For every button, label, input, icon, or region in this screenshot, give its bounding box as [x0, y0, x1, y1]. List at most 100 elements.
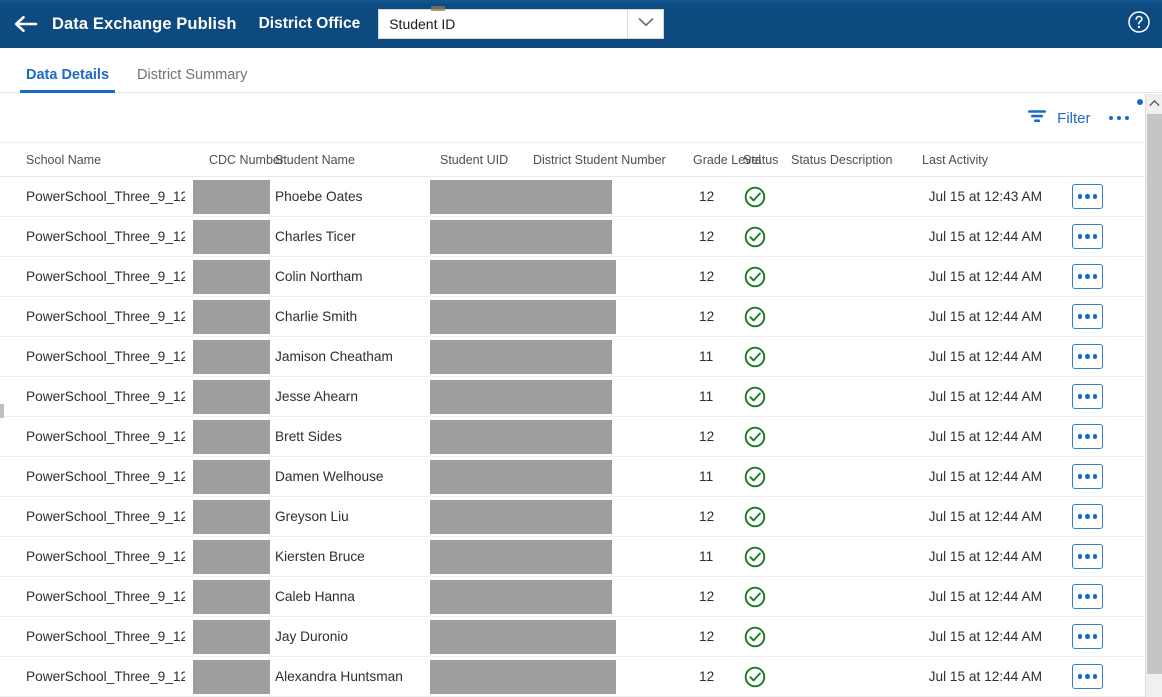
column-header-status[interactable]: Status [743, 143, 785, 177]
cell-school-name: PowerSchool_Three_9_12 [0, 496, 185, 537]
check-circle-icon [743, 345, 785, 369]
row-more-button[interactable] [1072, 384, 1103, 409]
cell-school-name: PowerSchool_Three_9_12 [0, 456, 185, 497]
check-circle-icon [743, 305, 785, 329]
cell-grade-level: 12 [685, 576, 743, 617]
row-more-button[interactable] [1072, 304, 1103, 329]
row-more-dot-2 [1085, 194, 1090, 199]
cell-last-activity: Jul 15 at 12:44 AM [910, 536, 1050, 577]
row-more-dot-1 [1077, 394, 1083, 399]
row-more-dot-1 [1077, 554, 1083, 559]
row-more-button[interactable] [1072, 664, 1103, 689]
column-header-grade-level[interactable]: Grade Level [685, 143, 761, 177]
scrollbar-up-button[interactable] [1146, 94, 1162, 112]
row-more-button[interactable] [1072, 584, 1103, 609]
cell-student-name: Kiersten Bruce [270, 536, 422, 577]
cell-school-name: PowerSchool_Three_9_12 [0, 416, 185, 457]
table-row[interactable]: PowerSchool_Three_9_12 Greyson Liu 12 Jul 1… [0, 496, 1145, 537]
cell-school-name: PowerSchool_Three_9_12 [0, 536, 185, 577]
row-more-dot-1 [1077, 474, 1083, 479]
column-header-last-activity[interactable]: Last Activity [910, 143, 1050, 177]
table-toolbar: Filter [0, 94, 1145, 142]
cell-grade-level: 12 [685, 176, 743, 217]
table-row[interactable]: PowerSchool_Three_9_12 Kiersten Bruce 11 Ju… [0, 536, 1145, 577]
table-row[interactable]: PowerSchool_Three_9_12 Colin Northam 12 Jul… [0, 256, 1145, 297]
cell-actions [1050, 336, 1145, 377]
cell-last-activity: Jul 15 at 12:44 AM [910, 336, 1050, 377]
row-more-dot-1 [1077, 354, 1083, 359]
cell-status-description [785, 216, 910, 257]
row-more-button[interactable] [1072, 424, 1103, 449]
redacted-student-uid [430, 219, 612, 254]
column-header-student-name[interactable]: Student Name [270, 143, 422, 177]
cell-last-activity: Jul 15 at 12:44 AM [910, 216, 1050, 257]
column-header-cdc-number[interactable]: CDC Number [185, 143, 284, 177]
cell-actions [1050, 256, 1145, 297]
table-row[interactable]: PowerSchool_Three_9_12 Brett Sides 12 Jul 1… [0, 416, 1145, 457]
vertical-scrollbar[interactable] [1145, 94, 1162, 697]
table-row[interactable]: PowerSchool_Three_9_12 Jesse Ahearn 11 Jul … [0, 376, 1145, 417]
table-row[interactable]: PowerSchool_Three_9_12 Jamison Cheatham 11… [0, 336, 1145, 377]
cell-school-name: PowerSchool_Three_9_12 [0, 296, 185, 337]
select-notch-marker [431, 6, 446, 11]
cell-last-activity: Jul 15 at 12:43 AM [910, 176, 1050, 217]
redacted-cdc-number [193, 179, 270, 214]
cell-student-name: Phoebe Oates [270, 176, 422, 217]
table-row[interactable]: PowerSchool_Three_9_12 Alexandra Huntsman… [0, 656, 1145, 697]
row-more-button[interactable] [1072, 224, 1103, 249]
row-more-button[interactable] [1072, 544, 1103, 569]
column-header-district-student-number[interactable]: District Student Number [525, 143, 685, 177]
redacted-student-uid [430, 579, 612, 614]
row-more-dot-2 [1085, 634, 1090, 639]
cell-cdc-number [185, 176, 270, 217]
filter-button[interactable]: Filter [1026, 107, 1091, 130]
table-row[interactable]: PowerSchool_Three_9_12 Damen Welhouse 11 Ju… [0, 456, 1145, 497]
back-button[interactable] [0, 0, 52, 48]
cell-last-activity: Jul 15 at 12:44 AM [910, 416, 1050, 457]
redacted-cdc-number [193, 659, 270, 694]
row-more-button[interactable] [1072, 504, 1103, 529]
row-more-button[interactable] [1072, 464, 1103, 489]
toolbar-more-button[interactable] [1107, 110, 1132, 127]
check-circle-icon [743, 465, 785, 489]
tab-district-summary[interactable]: District Summary [123, 67, 261, 92]
check-circle-icon [743, 625, 785, 649]
scrollbar-thumb[interactable] [1147, 114, 1162, 674]
row-more-button[interactable] [1072, 624, 1103, 649]
cell-student-uid [422, 616, 685, 657]
column-header-student-uid[interactable]: Student UID [422, 143, 525, 177]
row-more-button[interactable] [1072, 184, 1103, 209]
tab-data-details[interactable]: Data Details [12, 67, 123, 93]
row-more-dot-2 [1085, 514, 1090, 519]
cell-actions [1050, 296, 1145, 337]
table-row[interactable]: PowerSchool_Three_9_12 Phoebe Oates 12 Jul … [0, 176, 1145, 217]
column-header-status-description[interactable]: Status Description [785, 143, 910, 177]
cell-student-name: Colin Northam [270, 256, 422, 297]
cell-status-description [785, 576, 910, 617]
cell-school-name: PowerSchool_Three_9_12 [0, 576, 185, 617]
table-row[interactable]: PowerSchool_Three_9_12 Charles Ticer 12 Jul… [0, 216, 1145, 257]
student-id-select-toggle[interactable] [627, 10, 663, 38]
check-circle-icon [743, 265, 785, 289]
cell-student-uid [422, 216, 685, 257]
redacted-cdc-number [193, 419, 270, 454]
cell-status-description [785, 296, 910, 337]
cell-actions [1050, 536, 1145, 577]
cell-grade-level: 12 [685, 296, 743, 337]
more-dot-2 [1116, 115, 1121, 121]
table-row[interactable]: PowerSchool_Three_9_12 Caleb Hanna 12 Jul 1… [0, 576, 1145, 617]
table-row[interactable]: PowerSchool_Three_9_12 Jay Duronio 12 Jul 1… [0, 616, 1145, 657]
row-more-dot-3 [1092, 194, 1098, 199]
row-more-button[interactable] [1072, 344, 1103, 369]
help-button[interactable] [1125, 10, 1153, 38]
header-accent-strip [0, 0, 1162, 3]
table-row[interactable]: PowerSchool_Three_9_12 Charlie Smith 12 Jul… [0, 296, 1145, 337]
column-header-school-name[interactable]: School Name [0, 143, 185, 177]
redacted-cdc-number [193, 459, 270, 494]
row-more-button[interactable] [1072, 264, 1103, 289]
data-table-container[interactable]: School Name CDC Number Student Name Stud… [0, 142, 1145, 697]
cell-grade-level: 12 [685, 616, 743, 657]
cell-status-description [785, 496, 910, 537]
cell-grade-level: 11 [685, 376, 743, 417]
student-id-select[interactable]: Student ID [378, 6, 665, 39]
